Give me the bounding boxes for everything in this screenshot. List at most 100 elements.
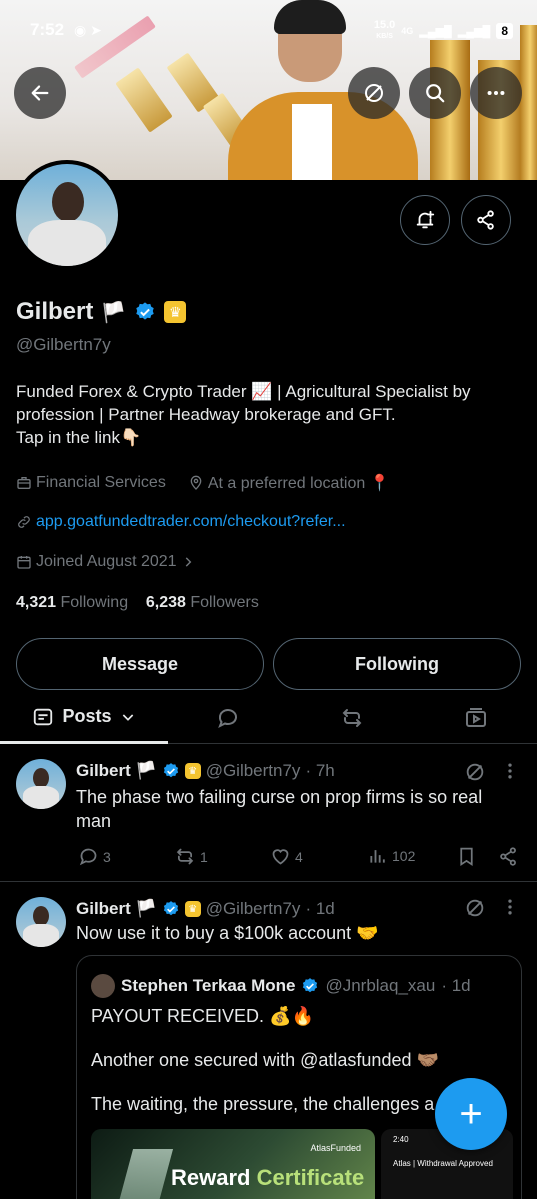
repost-count: 1 [200, 848, 208, 865]
certificate-graphic [108, 1149, 174, 1199]
screenshot-time: 2:40 [393, 1135, 409, 1144]
profile-website-row[interactable]: app.goatfundedtrader.com/checkout?refer.… [16, 513, 346, 531]
share-button[interactable] [461, 195, 511, 245]
post-text: The phase two failing curse on prop firm… [76, 785, 516, 833]
search-button[interactable] [409, 67, 461, 119]
quote-text-line: PAYOUT RECEIVED. 💰🔥 [91, 1006, 314, 1026]
post-text: Now use it to buy a $100k account 🤝 [76, 923, 379, 943]
post-more-icon[interactable] [500, 897, 520, 917]
reply-icon [79, 848, 97, 866]
quoted-post[interactable]: Stephen Terkaa Mone @Jnrblaq_xau · 1d PA… [76, 955, 522, 1199]
quote-text-line: Another one secured with @atlasfunded 🤝🏽 [91, 1050, 439, 1070]
tab-replies[interactable] [168, 692, 288, 744]
signal-icon: ▂▄▆█ [419, 25, 452, 38]
tab-media[interactable] [416, 692, 536, 744]
quote-header: Stephen Terkaa Mone @Jnrblaq_xau · 1d [91, 974, 471, 998]
profile-category: Financial Services [36, 474, 166, 491]
tab-posts[interactable]: Posts [0, 692, 168, 744]
reply-button[interactable]: 3 [78, 846, 111, 867]
affiliate-badge-icon: ♛ [184, 763, 201, 779]
affiliate-badge-icon: ♛ [184, 901, 201, 917]
post-text-line: man [76, 811, 112, 831]
post-text-line: The phase two failing curse on prop firm… [76, 787, 483, 807]
bio-line: profession | Partner Headway brokerage a… [16, 405, 396, 424]
avatar-shirt [28, 220, 106, 266]
status-time: 7:52 [30, 20, 65, 39]
grok-button[interactable] [348, 67, 400, 119]
certificate-title: Reward Certificate [171, 1165, 365, 1190]
grok-icon[interactable] [464, 897, 486, 919]
repost-icon [342, 709, 362, 727]
verified-badge-icon[interactable] [134, 301, 156, 323]
views-icon [370, 850, 385, 863]
notifications-button[interactable] [400, 195, 450, 245]
profile-category-row: Financial Services At a preferred locati… [16, 473, 390, 493]
avatar-face [33, 906, 49, 926]
screenshot-title: Atlas | Withdrawal Approved [393, 1159, 493, 1168]
post-item[interactable]: Gilbert 🏳️ ♛ @Gilbertn7y · 7h The phase … [0, 745, 537, 882]
chevron-right-icon [185, 557, 191, 567]
share-icon[interactable] [498, 846, 519, 867]
post-more-icon[interactable] [500, 761, 520, 781]
quote-text-line: The waiting, the pressure, the challenge… [91, 1094, 435, 1114]
avatar-image [16, 164, 118, 266]
banner-graphic [115, 67, 173, 133]
grok-icon [365, 84, 383, 102]
verified-badge-icon [163, 901, 178, 916]
view-count: 102 [392, 848, 416, 864]
bookmark-icon[interactable] [456, 846, 477, 867]
profile-avatar[interactable] [12, 160, 122, 270]
compose-button[interactable]: + [435, 1078, 507, 1150]
tab-reposts[interactable] [292, 692, 412, 744]
profile-name: Gilbert [16, 298, 94, 325]
following-button[interactable]: Following [273, 638, 521, 690]
post-handle: @Gilbertn7y [205, 761, 301, 780]
more-button[interactable] [470, 67, 522, 119]
post-time: · 1d [305, 899, 335, 918]
views-button[interactable]: 102 [368, 846, 415, 866]
posts-icon [34, 708, 53, 725]
repost-button[interactable]: 1 [174, 846, 208, 867]
post-handle: @Gilbertn7y [205, 899, 301, 918]
avatar-shirt [23, 786, 59, 809]
followers-link[interactable]: 6,238 Followers [146, 594, 259, 611]
reply-count: 3 [103, 848, 111, 865]
profile-location: At a preferred location 📍 [207, 475, 390, 492]
message-button[interactable]: Message [16, 638, 264, 690]
status-bar: 7:52 ◉ ➤ 15.0 KB/S 4G ▂▄▆█ ▂▄▆█ 8 [0, 0, 537, 60]
briefcase-icon [17, 477, 31, 489]
verified-badge-icon [303, 978, 318, 993]
bell-plus-icon [416, 210, 435, 229]
post-avatar[interactable] [16, 759, 66, 809]
network-type: 4G [401, 26, 414, 36]
certificate-image[interactable]: AtlasFunded Reward Certificate [91, 1129, 375, 1199]
post-header: Gilbert 🏳️ ♛ @Gilbertn7y · 1d [76, 899, 335, 919]
like-button[interactable]: 4 [270, 846, 303, 867]
chevron-down-icon [122, 713, 133, 721]
arrow-left-icon [31, 85, 49, 101]
certificate-brand: AtlasFunded [310, 1143, 361, 1153]
post-author-name[interactable]: Gilbert 🏳️ [76, 761, 157, 781]
repost-icon [176, 848, 194, 865]
calendar-icon [17, 556, 31, 569]
post-author-name[interactable]: Gilbert 🏳️ [76, 899, 157, 919]
affiliate-badge-icon[interactable]: ♛ [164, 301, 187, 323]
grok-icon[interactable] [464, 761, 486, 783]
profile-website[interactable]: app.goatfundedtrader.com/checkout?refer.… [36, 513, 346, 531]
battery-icon: 8 [496, 23, 513, 39]
heart-icon [272, 849, 289, 865]
quote-handle: @Jnrblaq_xau [325, 976, 436, 995]
quote-time: · 1d [441, 976, 471, 995]
profile-joined-row[interactable]: Joined August 2021 [16, 553, 195, 571]
profile-bio: Funded Forex & Crypto Trader 📈 | Agricul… [16, 380, 516, 449]
profile-handle: @Gilbertn7y [16, 335, 111, 354]
following-link[interactable]: 4,321 Following [16, 594, 128, 611]
banner-person [292, 104, 332, 180]
follow-counts: 4,321 Following 6,238 Followers [16, 594, 259, 612]
avatar-shirt [23, 924, 59, 947]
post-avatar[interactable] [16, 897, 66, 947]
back-button[interactable] [14, 67, 66, 119]
share-icon [477, 210, 494, 230]
profile-tabs: Posts [0, 692, 537, 744]
avatar-face [52, 182, 84, 222]
